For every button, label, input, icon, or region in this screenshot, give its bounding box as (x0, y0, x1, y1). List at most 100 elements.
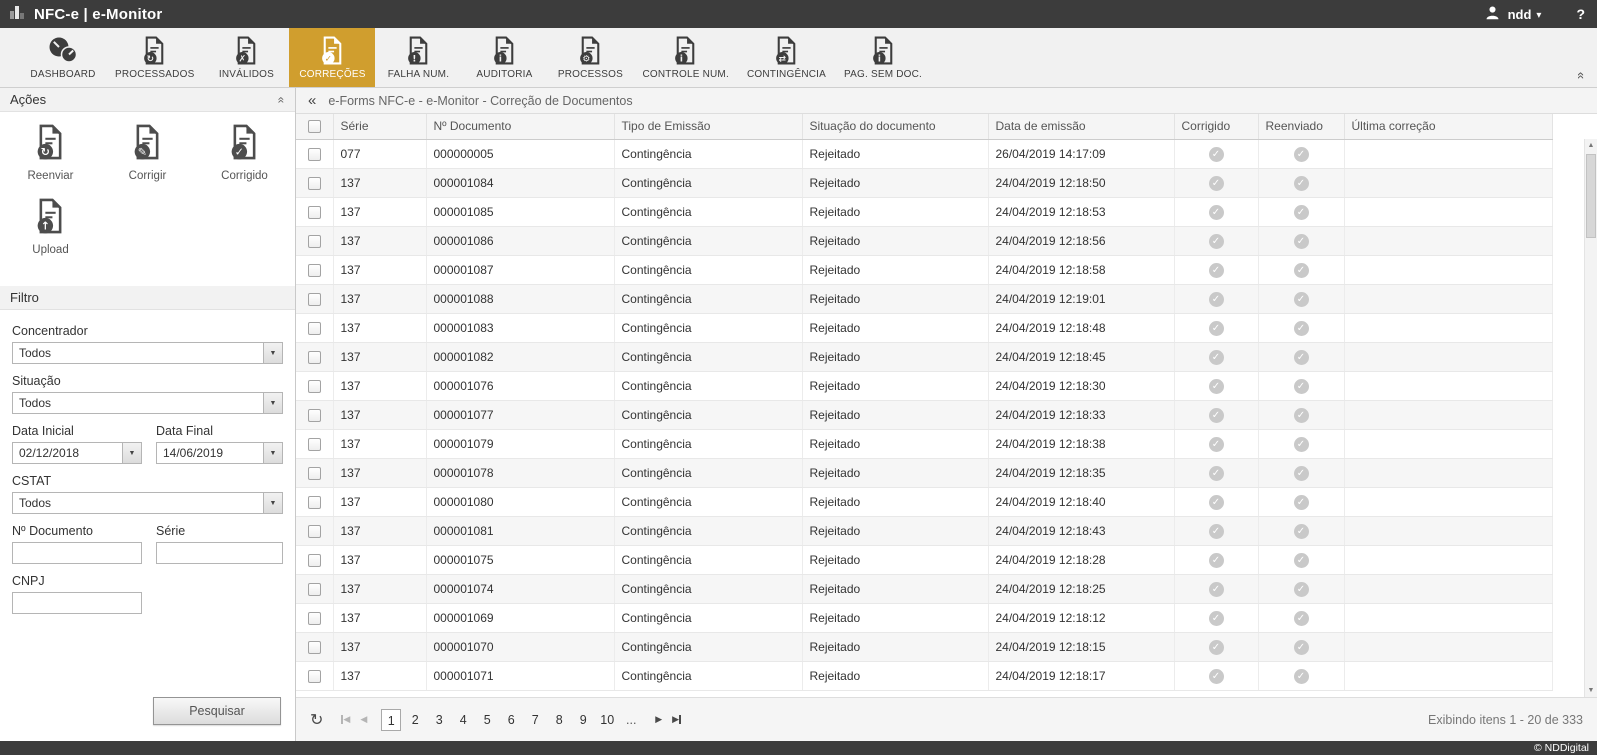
scroll-down-icon[interactable]: ▼ (1585, 684, 1597, 697)
column-header[interactable]: Corrigido (1174, 114, 1258, 139)
row-checkbox[interactable] (308, 351, 321, 364)
filter-form: Concentrador Todos ▼ Situação Todos ▼ Da… (0, 310, 295, 618)
action-corrigido-button[interactable]: ✓Corrigido (196, 124, 293, 182)
row-checkbox[interactable] (308, 554, 321, 567)
document-row[interactable]: 137000001081ContingênciaRejeitado24/04/2… (296, 516, 1552, 545)
document-row[interactable]: 137000001085ContingênciaRejeitado24/04/2… (296, 197, 1552, 226)
column-header[interactable]: Situação do documento (802, 114, 988, 139)
vertical-scrollbar[interactable]: ▲ ▼ (1584, 139, 1597, 697)
row-checkbox[interactable] (308, 670, 321, 683)
column-header[interactable]: Data de emissão (988, 114, 1174, 139)
ribbon-tab-processados[interactable]: ↻PROCESSADOS (106, 28, 203, 87)
page-button-9[interactable]: 9 (573, 709, 593, 731)
last-page-button[interactable]: ▶ (672, 714, 681, 725)
first-page-button[interactable]: ◀ (341, 714, 350, 725)
document-row[interactable]: 137000001076ContingênciaRejeitado24/04/2… (296, 371, 1552, 400)
situacao-select[interactable]: Todos ▼ (12, 392, 283, 414)
ribbon-tab-falha-num[interactable]: !FALHA NUM. (375, 28, 461, 87)
row-checkbox[interactable] (308, 264, 321, 277)
column-header[interactable]: Série (333, 114, 426, 139)
scrollbar-thumb[interactable] (1586, 154, 1596, 238)
document-row[interactable]: 137000001079ContingênciaRejeitado24/04/2… (296, 429, 1552, 458)
collapse-ribbon-icon[interactable]: « (1574, 72, 1589, 79)
document-row[interactable]: 137000001069ContingênciaRejeitado24/04/2… (296, 603, 1552, 632)
document-row[interactable]: 137000001077ContingênciaRejeitado24/04/2… (296, 400, 1552, 429)
data-final-picker[interactable]: 14/06/2019 ▼ (156, 442, 283, 464)
ribbon-tab-invalidos[interactable]: ✗INVÁLIDOS (203, 28, 289, 87)
column-header[interactable]: Tipo de Emissão (614, 114, 802, 139)
cstat-select[interactable]: Todos ▼ (12, 492, 283, 514)
page-button-3[interactable]: 3 (429, 709, 449, 731)
collapse-sidebar-icon[interactable]: « (308, 93, 316, 108)
prev-page-button[interactable]: ◀ (360, 714, 367, 725)
row-checkbox[interactable] (308, 612, 321, 625)
action-corrigir-button[interactable]: ✎Corrigir (99, 124, 196, 182)
page-button-10[interactable]: 10 (597, 709, 617, 731)
row-checkbox[interactable] (308, 148, 321, 161)
page-button-5[interactable]: 5 (477, 709, 497, 731)
help-button[interactable]: ? (1576, 6, 1585, 22)
document-row[interactable]: 137000001070ContingênciaRejeitado24/04/2… (296, 632, 1552, 661)
row-checkbox[interactable] (308, 438, 321, 451)
row-checkbox[interactable] (308, 525, 321, 538)
ribbon-tab-correcoes[interactable]: ✓CORREÇÕES (289, 28, 375, 87)
row-checkbox[interactable] (308, 467, 321, 480)
document-row[interactable]: 077000000005ContingênciaRejeitado26/04/2… (296, 139, 1552, 168)
page-button-8[interactable]: 8 (549, 709, 569, 731)
row-checkbox[interactable] (308, 235, 321, 248)
document-row[interactable]: 137000001087ContingênciaRejeitado24/04/2… (296, 255, 1552, 284)
cnpj-input[interactable] (12, 592, 142, 614)
page-button-6[interactable]: 6 (501, 709, 521, 731)
row-checkbox[interactable] (308, 206, 321, 219)
refresh-icon[interactable]: ↻ (310, 710, 323, 730)
row-checkbox[interactable] (308, 380, 321, 393)
select-all-checkbox[interactable] (308, 120, 321, 133)
ribbon-tab-controle-num[interactable]: iCONTROLE NUM. (633, 28, 738, 87)
concentrador-select[interactable]: Todos ▼ (12, 342, 283, 364)
action-reenviar-button[interactable]: ↻Reenviar (2, 124, 99, 182)
page-button-7[interactable]: 7 (525, 709, 545, 731)
ribbon-tab-contingencia[interactable]: ⇄CONTINGÊNCIA (738, 28, 835, 87)
row-checkbox[interactable] (308, 322, 321, 335)
action-upload-button[interactable]: ↑Upload (2, 198, 99, 256)
document-row[interactable]: 137000001082ContingênciaRejeitado24/04/2… (296, 342, 1552, 371)
cell-tipo-emissao: Contingência (614, 400, 802, 429)
document-row[interactable]: 137000001075ContingênciaRejeitado24/04/2… (296, 545, 1552, 574)
column-header[interactable]: Nº Documento (426, 114, 614, 139)
row-checkbox[interactable] (308, 641, 321, 654)
page-button-1[interactable]: 1 (381, 709, 401, 731)
document-row[interactable]: 137000001078ContingênciaRejeitado24/04/2… (296, 458, 1552, 487)
document-row[interactable]: 137000001084ContingênciaRejeitado24/04/2… (296, 168, 1552, 197)
cell-ultima-correcao (1344, 632, 1552, 661)
doc-clock-icon: ↻ (142, 34, 167, 66)
document-row[interactable]: 137000001080ContingênciaRejeitado24/04/2… (296, 487, 1552, 516)
row-checkbox[interactable] (308, 583, 321, 596)
user-menu[interactable]: ndd ▾ (1508, 7, 1542, 22)
search-button[interactable]: Pesquisar (153, 697, 281, 725)
column-header[interactable]: Última correção (1344, 114, 1552, 139)
collapse-actions-icon[interactable]: « (275, 96, 289, 103)
page-button-4[interactable]: 4 (453, 709, 473, 731)
data-inicial-picker[interactable]: 02/12/2018 ▼ (12, 442, 142, 464)
row-checkbox[interactable] (308, 177, 321, 190)
situacao-label: Situação (12, 374, 283, 388)
serie-input[interactable] (156, 542, 283, 564)
app-title: NFC-e | e-Monitor (34, 6, 162, 23)
next-page-button[interactable]: ▶ (655, 714, 662, 725)
num-documento-input[interactable] (12, 542, 142, 564)
ribbon-tab-auditoria[interactable]: iAUDITORIA (461, 28, 547, 87)
document-row[interactable]: 137000001074ContingênciaRejeitado24/04/2… (296, 574, 1552, 603)
row-checkbox[interactable] (308, 293, 321, 306)
document-row[interactable]: 137000001071ContingênciaRejeitado24/04/2… (296, 661, 1552, 690)
ribbon-tab-pag-sem-doc[interactable]: iPAG. SEM DOC. (835, 28, 931, 87)
row-checkbox[interactable] (308, 409, 321, 422)
document-row[interactable]: 137000001086ContingênciaRejeitado24/04/2… (296, 226, 1552, 255)
ribbon-tab-processos[interactable]: ⚙PROCESSOS (547, 28, 633, 87)
column-header[interactable]: Reenviado (1258, 114, 1344, 139)
row-checkbox[interactable] (308, 496, 321, 509)
page-button-2[interactable]: 2 (405, 709, 425, 731)
scroll-up-icon[interactable]: ▲ (1585, 139, 1597, 152)
document-row[interactable]: 137000001088ContingênciaRejeitado24/04/2… (296, 284, 1552, 313)
ribbon-tab-dashboard[interactable]: DASHBOARD (20, 28, 106, 87)
document-row[interactable]: 137000001083ContingênciaRejeitado24/04/2… (296, 313, 1552, 342)
